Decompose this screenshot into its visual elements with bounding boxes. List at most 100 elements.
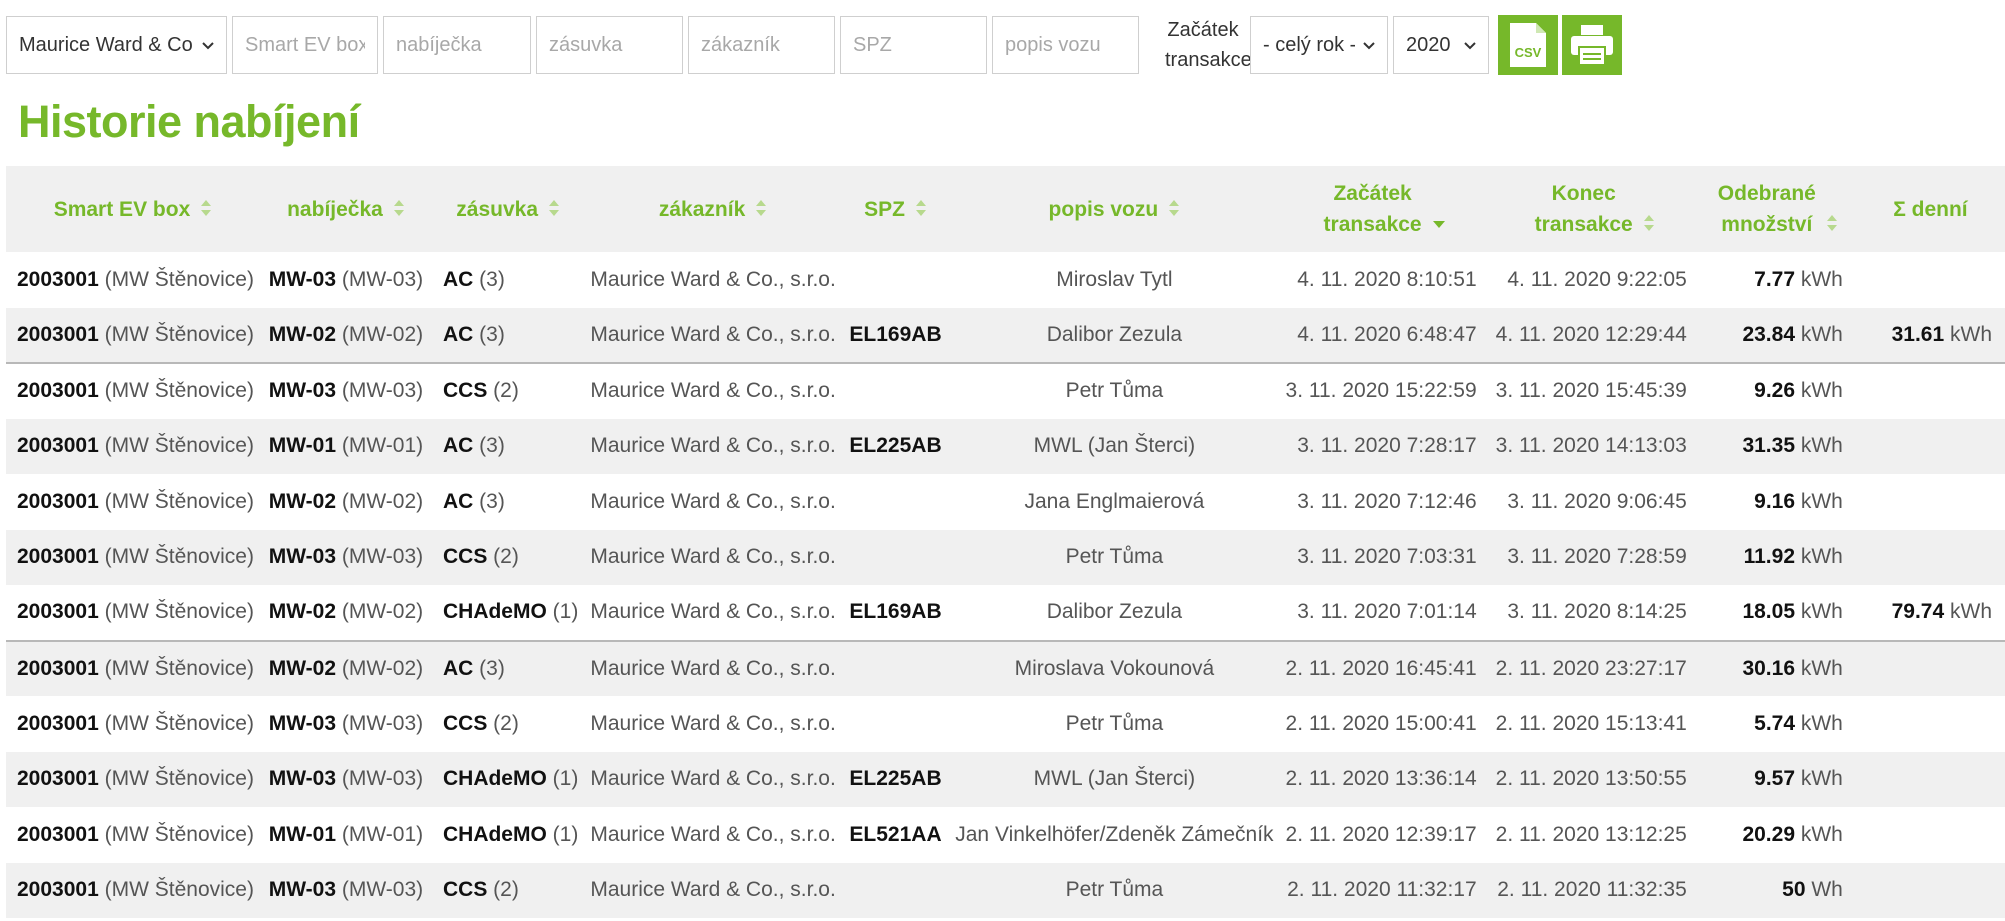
table-row[interactable]: 2003001 (MW Štěnovice) MW-01 (MW-01) AC (3… [6,418,2005,475]
cell-socket-socket-sub: (2) [493,379,519,403]
cell-amount-unit: kWh [1800,600,1843,624]
cell-start: 2. 11. 2020 11:32:17 [1280,863,1490,919]
socket-filter[interactable] [536,16,683,74]
col-header-start[interactable]: Začátek transakce [1280,166,1490,252]
cell-daily-daily: 79.74 [1891,600,1945,624]
col-header-box-label: Smart EV box [53,197,191,221]
cell-plate: EL169AB [842,308,949,364]
col-header-daily: Σ denní [1856,166,2005,252]
smart-ev-box-filter[interactable] [232,16,378,74]
cell-end-end: 2. 11. 2020 13:12:25 [1495,822,1687,846]
col-header-start-line1: Začátek [1333,182,1412,205]
cell-box-box-loc: (MW Štěnovice) [104,600,254,624]
company-select[interactable]: Maurice Ward & Co., s.r.o. [6,16,227,74]
year-select[interactable]: 2020 [1393,16,1489,74]
cell-plate: EL521AA [842,807,949,863]
cell-socket-socket-sub: (1) [552,767,579,791]
cell-socket: AC (3) [432,252,584,308]
table-row[interactable]: 2003001 (MW Štěnovice) MW-03 (MW-03) AC (3… [6,252,2005,308]
cell-charger-charger-sub: (MW-02) [341,322,424,346]
cell-box-box: 2003001 [17,822,99,846]
print-button[interactable] [1562,15,1622,75]
col-header-amount[interactable]: Odebrané množství [1700,166,1856,252]
col-header-box[interactable]: Smart EV box [6,166,260,252]
period-select[interactable]: - celý rok - [1250,16,1388,74]
vehicle-filter[interactable] [992,16,1139,74]
cell-charger: MW-01 (MW-01) [260,419,432,475]
charger-filter[interactable] [383,16,531,74]
cell-charger-charger-sub: (MW-02) [341,600,424,624]
cell-socket-socket: CHAdeMO [442,767,547,791]
cell-end-end: 3. 11. 2020 14:13:03 [1495,434,1687,458]
table-row[interactable]: 2003001 (MW Štěnovice) MW-02 (MW-02) AC (3… [6,474,2005,530]
cell-plate [842,863,949,919]
cell-start-start: 3. 11. 2020 7:28:17 [1297,434,1477,458]
csv-export-button[interactable]: CSV [1498,15,1558,75]
cell-charger: MW-03 (MW-03) [260,752,432,808]
cell-box-box: 2003001 [17,379,99,403]
cell-end: 4. 11. 2020 9:22:05 [1490,252,1700,308]
cell-start-start: 3. 11. 2020 7:12:46 [1297,489,1477,513]
table-header-row: Smart EV box nabíječka zásuvka zákazník … [6,166,2005,252]
cell-amount-unit: kWh [1800,767,1843,791]
cell-charger-charger: MW-02 [268,489,337,513]
start-label-line2: transakce [1165,49,1252,71]
cell-box-box: 2003001 [17,878,99,902]
cell-end-end: 2. 11. 2020 15:13:41 [1495,711,1687,735]
cell-socket: CHAdeMO (1) [432,752,584,808]
cell-vehicle-vehicle: Dalibor Zezula [1046,322,1183,346]
table-row[interactable]: 2003001 (MW Štěnovice) MW-03 (MW-03) CCS (… [6,696,2005,752]
cell-start-start: 4. 11. 2020 6:48:47 [1297,322,1477,346]
cell-charger-charger-sub: (MW-03) [341,878,424,902]
cell-box-box: 2003001 [17,545,99,569]
col-header-customer[interactable]: zákazník [584,166,841,252]
table-row[interactable]: 2003001 (MW Štěnovice) MW-02 (MW-02) AC (3… [6,307,2005,364]
cell-charger-charger-sub: (MW-02) [341,489,424,513]
col-header-daily-label: Σ denní [1893,197,1968,221]
cell-end-end: 3. 11. 2020 9:06:45 [1507,489,1687,513]
cell-vehicle-vehicle: MWL (Jan Šterci) [1033,434,1196,458]
cell-amount-unit: kWh [1800,322,1843,346]
table-row[interactable]: 2003001 (MW Štěnovice) MW-03 (MW-03) CCS (… [6,362,2005,419]
table-row[interactable]: 2003001 (MW Štěnovice) MW-01 (MW-01) CHAde… [6,807,2005,863]
col-header-plate[interactable]: SPZ [842,166,949,252]
cell-amount-amount: 18.05 [1742,600,1796,624]
cell-charger-charger: MW-03 [268,545,337,569]
table-row[interactable]: 2003001 (MW Štěnovice) MW-03 (MW-03) CCS (… [6,529,2005,585]
cell-plate: EL225AB [842,752,949,808]
col-header-socket-label: zásuvka [456,197,539,221]
cell-charger-charger-sub: (MW-02) [341,656,424,680]
col-header-end[interactable]: Konec transakce [1490,166,1700,252]
col-header-vehicle[interactable]: popis vozu [949,166,1279,252]
cell-box-box-loc: (MW Štěnovice) [104,656,254,680]
cell-charger-charger: MW-02 [268,600,337,624]
table-row[interactable]: 2003001 (MW Štěnovice) MW-03 (MW-03) CHAde… [6,751,2005,808]
cell-amount-unit: kWh [1800,822,1843,846]
customer-filter[interactable] [688,16,835,74]
cell-customer-customer: Maurice Ward & Co., s.r.o. [590,822,836,846]
table-row[interactable]: 2003001 (MW Štěnovice) MW-02 (MW-02) AC (3… [6,639,2005,696]
cell-customer: Maurice Ward & Co., s.r.o. [584,474,841,530]
table-row[interactable]: 2003001 (MW Štěnovice) MW-02 (MW-02) CHAde… [6,585,2005,641]
year-select-value: 2020 [1406,33,1451,56]
cell-amount-unit: kWh [1800,267,1843,291]
col-header-socket[interactable]: zásuvka [432,166,584,252]
cell-customer: Maurice Ward & Co., s.r.o. [584,639,842,696]
plate-filter[interactable] [840,16,987,74]
cell-vehicle: Jan Vinkelhöfer/Zdeněk Zámečník [949,807,1279,863]
cell-charger-charger: MW-03 [268,267,337,291]
cell-socket: CCS (2) [432,863,584,919]
col-header-amount-line1: Odebrané [1717,182,1816,205]
table-row[interactable]: 2003001 (MW Štěnovice) MW-03 (MW-03) CCS (… [6,862,2005,919]
cell-socket-socket-sub: (1) [552,600,579,624]
cell-charger-charger-sub: (MW-01) [341,822,424,846]
sort-icon [915,199,926,216]
csv-export-icon: CSV [1510,23,1546,67]
cell-start: 4. 11. 2020 6:48:47 [1280,308,1490,364]
cell-customer: Maurice Ward & Co., s.r.o. [584,585,841,641]
cell-charger-charger: MW-01 [268,434,337,458]
col-header-charger[interactable]: nabíječka [260,166,432,252]
sort-icon [393,199,404,216]
cell-charger: MW-01 (MW-01) [260,807,432,863]
cell-socket-socket: AC [442,489,474,513]
